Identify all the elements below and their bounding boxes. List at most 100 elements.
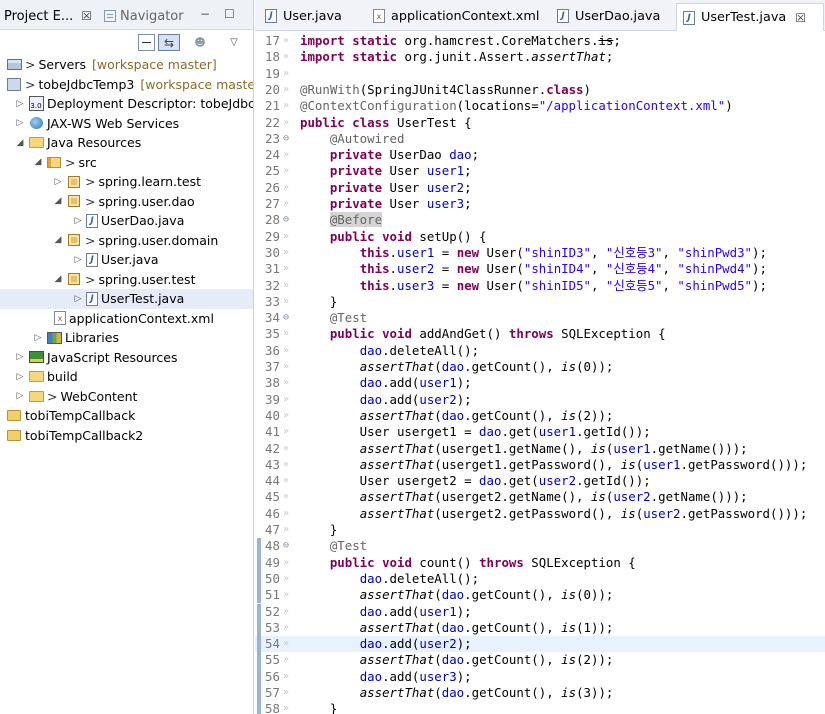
view-toolbar: ⇆ ☻ ▽ [0, 30, 253, 55]
tree-item[interactable]: ▷ Libraries [0, 328, 253, 348]
code-token: is [561, 587, 577, 603]
close-icon[interactable]: ☒ [795, 11, 806, 25]
tree-item[interactable]: tobiTempCallback [0, 406, 253, 426]
java-file-icon: J [86, 252, 98, 267]
fold-collapse-icon[interactable]: ⊖ [283, 538, 295, 554]
tab-navigator[interactable]: Navigator [104, 5, 184, 27]
close-icon[interactable]: ☒ [81, 9, 92, 23]
code-token: dao [441, 685, 465, 700]
minimize-icon[interactable]: − [200, 7, 210, 21]
code-token: "shinPwd5" [677, 277, 753, 293]
tree-item[interactable]: > Servers [workspace master] [0, 55, 253, 75]
package-icon [66, 193, 82, 209]
tree-item[interactable]: ◢ > src [0, 153, 253, 173]
focus-on-task-icon[interactable]: ☻ [192, 34, 208, 51]
code-token: setUp() { [411, 228, 487, 244]
collapsed-twisty-icon[interactable]: ▷ [14, 99, 26, 109]
fold-collapse-icon[interactable]: ⊖ [283, 310, 295, 326]
collapsed-twisty-icon[interactable]: ▷ [52, 177, 64, 187]
collapsed-twisty-icon[interactable]: ▷ [14, 372, 26, 382]
code-token: void [382, 554, 412, 570]
expanded-twisty-icon[interactable]: ◢ [52, 235, 64, 245]
collapsed-twisty-icon[interactable]: ▷ [14, 118, 26, 128]
collapse-all-icon[interactable] [138, 34, 155, 51]
tree-item[interactable]: ▷ Deployment Descriptor: tobeJdbcT [0, 94, 253, 114]
tree-item[interactable]: ▷ > spring.learn.test [0, 172, 253, 192]
tree-item[interactable]: ▷ J UserTest.java [0, 289, 253, 309]
collapsed-twisty-icon[interactable]: ▷ [14, 391, 26, 401]
tree-item[interactable]: ▷ J User.java [0, 250, 253, 270]
code-token: .getName())); [650, 489, 748, 505]
tree-item[interactable]: ▷ JAX-WS Web Services [0, 114, 253, 134]
code-token: "shinID4" [523, 261, 591, 277]
code-token: import [300, 33, 345, 48]
tab-project-explorer[interactable]: Project E... ☒ [4, 5, 92, 27]
tree-item[interactable]: x applicationContext.xml [0, 309, 253, 329]
tree-item[interactable]: ◢ > spring.user.domain [0, 231, 253, 251]
fold-collapse-icon[interactable]: ⊖ [283, 212, 295, 228]
code-text: this.user3 = new User("shinID5", "신호등5",… [300, 278, 767, 294]
code-token: .get( [501, 424, 539, 440]
code-token: . [389, 277, 397, 293]
tree-item[interactable]: ◢ > spring.user.dao [0, 192, 253, 212]
tree-item-label: UserDao.java [101, 213, 185, 229]
maximize-icon[interactable]: ☐ [224, 7, 235, 21]
expanded-twisty-icon[interactable]: ◢ [52, 196, 64, 206]
collapsed-twisty-icon[interactable]: ▷ [72, 255, 84, 265]
code-token: , [591, 244, 606, 260]
code-token: "신호등4" [605, 261, 663, 277]
editor-tab-applicationcontext-xml[interactable]: x applicationContext.xml [367, 4, 539, 28]
code-token: .get( [501, 473, 539, 489]
view-menu-icon[interactable]: ▽ [227, 34, 241, 51]
code-line: 28 ⊖ @Before [255, 212, 825, 228]
xml-file-icon: x [373, 9, 385, 23]
tree-item[interactable]: ▷ build [0, 367, 253, 387]
link-with-editor-icon[interactable]: ⇆ [158, 34, 180, 51]
tree-item[interactable]: ◢ Java Resources [0, 133, 253, 153]
fold-gutter: » [283, 116, 290, 128]
code-editor[interactable]: 17» import static org.hamcrest.CoreMatche… [255, 31, 825, 714]
fold-gutter: » [283, 703, 290, 714]
collapsed-twisty-icon[interactable]: ▷ [32, 333, 44, 343]
code-token: this [359, 244, 390, 260]
code-token: private [329, 147, 383, 163]
git-branch-decoration: [workspace master [140, 76, 254, 92]
fold-gutter: » [283, 442, 290, 454]
tree-item[interactable]: ◢ > spring.user.test [0, 270, 253, 290]
editor-tab-user-java[interactable]: J User.java [259, 4, 342, 28]
code-text: @Test [300, 310, 367, 326]
code-token: user1 [613, 440, 651, 456]
expanded-twisty-icon[interactable]: ◢ [14, 138, 26, 148]
change-marker [257, 587, 261, 604]
code-token: .add( [382, 668, 420, 684]
editor-tab-userdao-java[interactable]: J UserDao.java [551, 4, 660, 28]
code-token: assertThat [531, 49, 606, 65]
collapsed-twisty-icon[interactable]: ▷ [72, 294, 84, 304]
code-line: 53» assertThat(dao.getCount(), is(1)); [255, 619, 825, 637]
code-token: private [329, 179, 383, 195]
editor-tab-usertest-java[interactable]: J UserTest.java ☒ [676, 3, 824, 31]
expanded-twisty-icon[interactable]: ◢ [32, 157, 44, 167]
code-token: (userget2.getName(), [434, 489, 591, 505]
tree-item[interactable]: ▷ JavaScript Resources [0, 348, 253, 368]
code-token: User userget1 = [300, 424, 480, 440]
tree-item-label: JavaScript Resources [47, 349, 178, 365]
expanded-twisty-icon[interactable]: ◢ [52, 274, 64, 284]
code-token: User( [479, 261, 524, 277]
tree-item[interactable]: ▷ J UserDao.java [0, 211, 253, 231]
fold-gutter: » [283, 246, 290, 258]
fold-collapse-icon[interactable]: ⊖ [283, 131, 295, 147]
tree-item-label: Java Resources [47, 135, 142, 151]
collapsed-twisty-icon[interactable]: ▷ [72, 216, 84, 226]
tree-item[interactable]: tobiTempCallback2 [0, 426, 253, 446]
tree-item[interactable]: ▷ > WebContent [0, 387, 253, 407]
code-token: user3 [426, 196, 465, 211]
collapsed-twisty-icon[interactable]: ▷ [14, 352, 26, 362]
code-token: ; [464, 163, 472, 179]
tree-item[interactable]: > tobeJdbcTemp3 [workspace master [0, 75, 253, 95]
